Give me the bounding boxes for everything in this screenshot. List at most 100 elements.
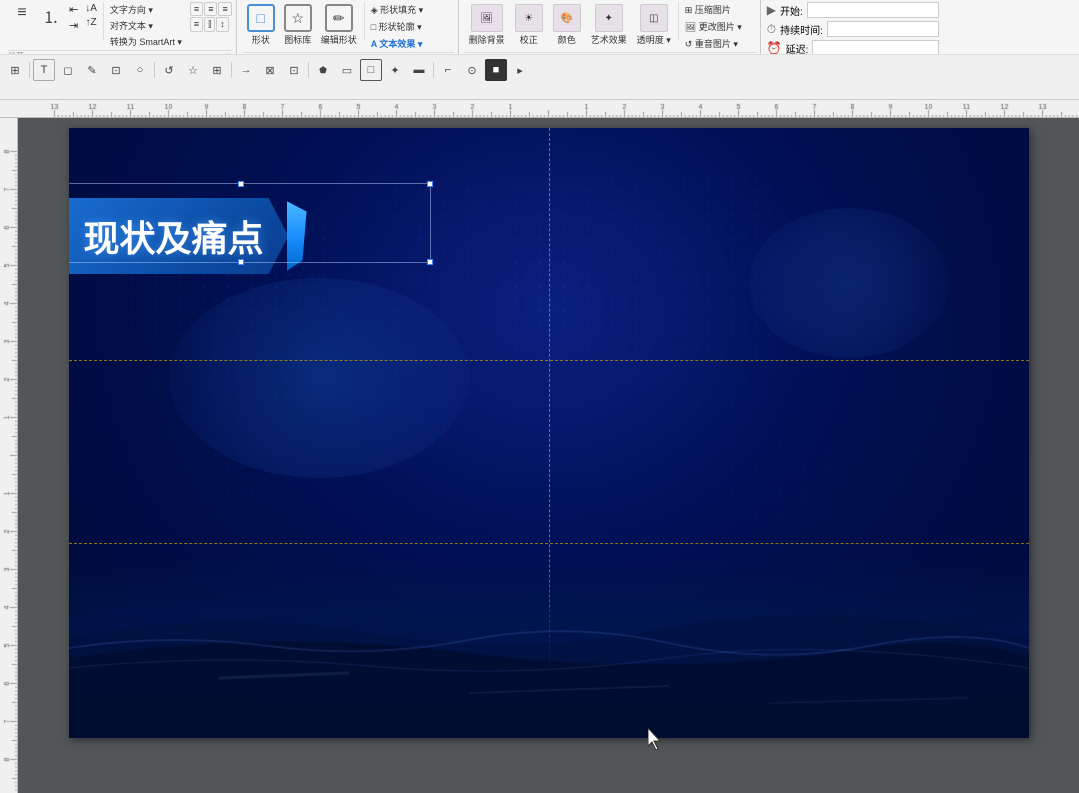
r2-crop-btn[interactable]: ⊡ — [105, 59, 127, 81]
remove-bg-btn[interactable]: 🖼 删除背景 — [465, 2, 509, 48]
shape-outline-btn[interactable]: □ 形状轮廓 ▾ — [368, 19, 426, 34]
duration-row: ⏱ 持续时间: — [767, 21, 939, 37]
wave-svg — [69, 558, 1029, 738]
align-group: ≡ ≡ ≡ ≡ ⫿ ↕ — [190, 2, 232, 32]
text-direction-btn[interactable]: 文字方向 ▾ — [107, 2, 185, 17]
repeat-pic-btn[interactable]: ↺ 重音图片 ▾ — [682, 36, 745, 51]
list-bullet-btn[interactable]: ≡ — [8, 2, 36, 24]
remove-bg-label: 删除背景 — [469, 33, 505, 46]
draw-sep1 — [364, 2, 365, 41]
sort-desc-btn[interactable]: ↓A — [82, 2, 100, 15]
r2-corner-btn[interactable]: ⌐ — [437, 59, 459, 81]
correct-icon: ☀ — [515, 4, 543, 32]
align-row2: ≡ ⫿ ↕ — [190, 17, 232, 32]
cols-btn[interactable]: ⫿ — [204, 17, 215, 32]
delay-icon: ⏰ — [767, 41, 782, 55]
glow2 — [749, 208, 949, 358]
r2-circle-btn[interactable]: ○ — [129, 59, 151, 81]
separator1 — [103, 2, 104, 40]
compress-pic-btn[interactable]: ⊞ 压缩图片 — [682, 2, 745, 17]
r2-rect2-btn[interactable]: ▬ — [408, 59, 430, 81]
ruler-h-canvas — [18, 100, 1079, 118]
change-pic-btn[interactable]: 🖼 更改图片 ▾ — [682, 19, 745, 34]
wave-area — [69, 558, 1029, 738]
adjust-group-content: 🖼 删除背景 ☀ 校正 🎨 颜色 ✦ 艺术效果 ◫ — [465, 2, 756, 51]
convert-smartart-btn[interactable]: 转换为 SmartArt ▾ — [107, 34, 185, 49]
align-row1: ≡ ≡ ≡ — [190, 2, 232, 16]
edit-shape-icon: ✏ — [325, 4, 353, 32]
sort-group: ↓A ↑Z — [82, 2, 100, 29]
toolbar: ≡ ⒈ ⇤ ⇥ ↓A ↑Z 文字方向 ▾ 对齐文本 ▾ 转换为 SmartAr — [0, 0, 1079, 100]
r2-textbox-btn[interactable]: T — [33, 59, 55, 81]
duration-input[interactable] — [827, 21, 939, 37]
toolbar-row2: ⊞ T ◻ ✎ ⊡ ○ ↺ ☆ ⊞ → ⊠ ⊡ ⬟ ▭ □ ✦ ▬ ⌐ ⊙ ■ … — [0, 55, 1079, 85]
r2-border-btn[interactable]: □ — [360, 59, 382, 81]
art-effect-btn[interactable]: ✦ 艺术效果 — [587, 2, 631, 48]
list-number-btn[interactable]: ⒈ — [37, 2, 65, 30]
glow1 — [169, 278, 469, 478]
sort-asc-btn[interactable]: ↑Z — [83, 16, 100, 29]
r2-black-btn[interactable]: ■ — [485, 59, 507, 81]
transparency-btn[interactable]: ◫ 透明度 ▾ — [633, 2, 675, 48]
icon-lib-label: 图标库 — [284, 33, 311, 46]
toolbar-row1: ≡ ⒈ ⇤ ⇥ ↓A ↑Z 文字方向 ▾ 对齐文本 ▾ 转换为 SmartAr — [0, 0, 1079, 55]
r2-star2-btn[interactable]: ✦ — [384, 59, 406, 81]
canvas-area: 现状及痛点 — [18, 118, 1079, 793]
delay-row: ⏰ 延迟: — [767, 40, 939, 55]
color-btn[interactable]: 🎨 颜色 — [549, 2, 585, 48]
color-label: 颜色 — [558, 33, 576, 46]
adjust-sub-group: ⊞ 压缩图片 🖼 更改图片 ▾ ↺ 重音图片 ▾ — [682, 2, 745, 51]
draw-group: □ 形状 ☆ 图标库 ✏ 编辑形状 — [239, 0, 459, 54]
r2-paint-btn[interactable]: ⊡ — [283, 59, 305, 81]
animation-fields: ▶ 开始: ⏱ 持续时间: ⏰ 延迟: — [767, 2, 939, 55]
animation-group: ▶ 开始: ⏱ 持续时间: ⏰ 延迟: — [763, 0, 943, 54]
adjust-group: 🖼 删除背景 ☀ 校正 🎨 颜色 ✦ 艺术效果 ◫ — [461, 0, 761, 54]
indent-increase-btn[interactable]: ⇥ — [66, 18, 81, 33]
remove-bg-icon: 🖼 — [471, 4, 503, 32]
r2-arrow-btn[interactable]: → — [235, 59, 257, 81]
art-effect-label: 艺术效果 — [591, 33, 627, 46]
r2-star-btn[interactable]: ☆ — [182, 59, 204, 81]
horizontal-ruler — [18, 100, 1079, 118]
align-right-btn[interactable]: ≡ — [218, 2, 231, 16]
align-text-btn[interactable]: 对齐文本 ▾ — [107, 18, 185, 33]
align-left-btn[interactable]: ≡ — [190, 2, 203, 16]
delay-input[interactable] — [812, 40, 938, 55]
icon-lib-btn[interactable]: ☆ 图标库 — [280, 2, 316, 48]
justify-btn[interactable]: ≡ — [190, 17, 203, 32]
indent-decrease-btn[interactable]: ⇤ — [66, 2, 81, 17]
r2-clock-btn[interactable]: ⊙ — [461, 59, 483, 81]
line-spacing-btn[interactable]: ↕ — [216, 17, 229, 32]
edit-shape-btn[interactable]: ✏ 编辑形状 — [317, 2, 361, 48]
r2-eraser-btn[interactable]: ⊠ — [259, 59, 281, 81]
r2-sep5 — [433, 62, 434, 78]
r2-sep1 — [29, 62, 30, 78]
color-icon: 🎨 — [553, 4, 581, 32]
vertical-ruler — [0, 118, 18, 793]
r2-group-btn[interactable]: ⊞ — [206, 59, 228, 81]
r2-rect-btn[interactable]: ▭ — [336, 59, 358, 81]
shape-style-group: ◈ 形状填充 ▾ □ 形状轮廓 ▾ A 文本效果 ▾ — [368, 2, 426, 51]
start-label: 开始: — [780, 3, 803, 18]
list-number-icon: ⒈ — [43, 4, 59, 28]
shape-fill-btn[interactable]: ◈ 形状填充 ▾ — [368, 2, 426, 17]
r2-sep2 — [154, 62, 155, 78]
transparency-icon: ◫ — [640, 4, 668, 32]
slide: 现状及痛点 — [69, 128, 1029, 738]
align-center-btn[interactable]: ≡ — [204, 2, 217, 16]
correct-btn[interactable]: ☀ 校正 — [511, 2, 547, 48]
r2-sep4 — [308, 62, 309, 78]
r2-select-btn[interactable]: ◻ — [57, 59, 79, 81]
start-row: ▶ 开始: — [767, 2, 939, 18]
r2-more-btn[interactable]: ▸ — [509, 59, 531, 81]
r2-rotate-btn[interactable]: ↺ — [158, 59, 180, 81]
list-bullet-icon: ≡ — [17, 4, 26, 22]
r2-pentagon-btn[interactable]: ⬟ — [312, 59, 334, 81]
align-btns: ≡ ≡ ≡ ≡ ⫿ ↕ — [190, 2, 232, 32]
r2-pen-btn[interactable]: ✎ — [81, 59, 103, 81]
adjust-sep1 — [678, 2, 679, 41]
shape-btn[interactable]: □ 形状 — [243, 2, 279, 48]
r2-grid-btn[interactable]: ⊞ — [4, 59, 26, 81]
start-input[interactable] — [807, 2, 939, 18]
text-effect-btn[interactable]: A 文本效果 ▾ — [368, 36, 426, 51]
